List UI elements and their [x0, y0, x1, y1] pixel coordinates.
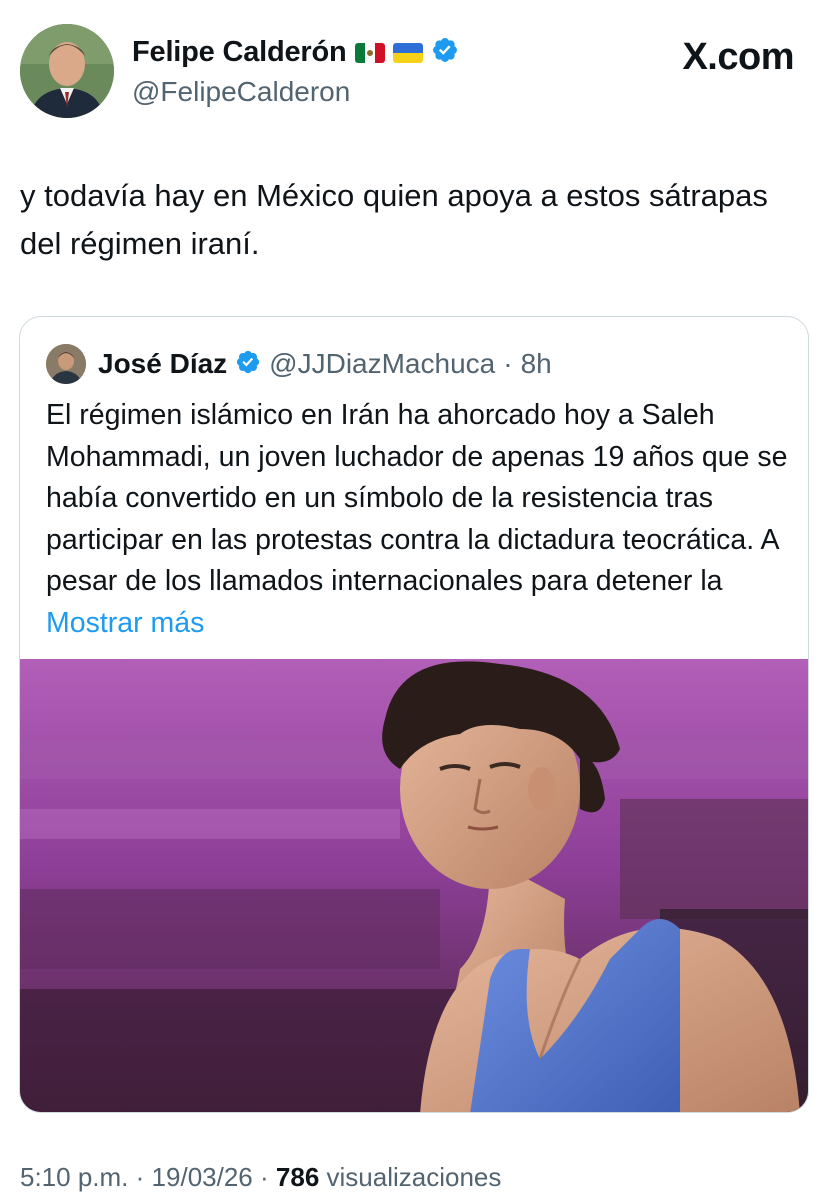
author-avatar[interactable] — [20, 24, 114, 118]
quoted-tweet-card[interactable]: José Díaz @JJDiazMachuca · 8h El régimen… — [19, 316, 809, 1113]
quoted-verified-badge-icon — [235, 349, 261, 380]
quoted-avatar-image — [46, 344, 86, 384]
quoted-tweet-text: El régimen islámico en Irán ha ahorcado … — [46, 395, 796, 644]
tweet-date[interactable]: 19/03/26 — [152, 1162, 253, 1192]
quoted-separator: · — [503, 348, 513, 379]
author-name-row: Felipe Calderón — [132, 36, 459, 69]
views-count[interactable]: 786 — [276, 1162, 319, 1192]
brand-text: X.com — [682, 36, 794, 78]
tweet-header: Felipe Calderón @FelipeCalderon X.com — [20, 24, 810, 124]
meta-separator: · — [260, 1162, 269, 1192]
tweet-time[interactable]: 5:10 p.m. — [20, 1162, 128, 1192]
ukraine-flag-icon — [392, 42, 423, 63]
meta-separator: · — [135, 1162, 145, 1192]
author-avatar-image — [20, 24, 114, 118]
wrestler-photo — [20, 659, 808, 1112]
quoted-author-name[interactable]: José Díaz — [98, 348, 227, 380]
mexico-flag-icon — [354, 42, 385, 63]
views-label: visualizaciones — [326, 1162, 502, 1192]
quoted-timestamp[interactable]: 8h — [521, 348, 552, 380]
show-more-link[interactable]: Mostrar más — [46, 607, 204, 639]
quoted-author-handle[interactable]: @JJDiazMachuca — [269, 348, 495, 380]
quoted-tweet-header: José Díaz @JJDiazMachuca · 8h — [46, 343, 552, 385]
quoted-tweet-body: El régimen islámico en Irán ha ahorcado … — [46, 399, 788, 597]
tweet-text: y todavía hay en México quien apoya a es… — [20, 178, 768, 261]
quoted-tweet-media[interactable] — [20, 659, 808, 1112]
author-name[interactable]: Felipe Calderón — [132, 36, 347, 69]
verified-badge-icon — [431, 36, 459, 69]
author-handle[interactable]: @FelipeCalderon — [132, 76, 350, 108]
brand-logo: X.com — [682, 36, 794, 79]
quoted-author-avatar[interactable] — [46, 344, 86, 384]
tweet-meta: 5:10 p.m. · 19/03/26 · 786 visualizacion… — [20, 1162, 501, 1193]
